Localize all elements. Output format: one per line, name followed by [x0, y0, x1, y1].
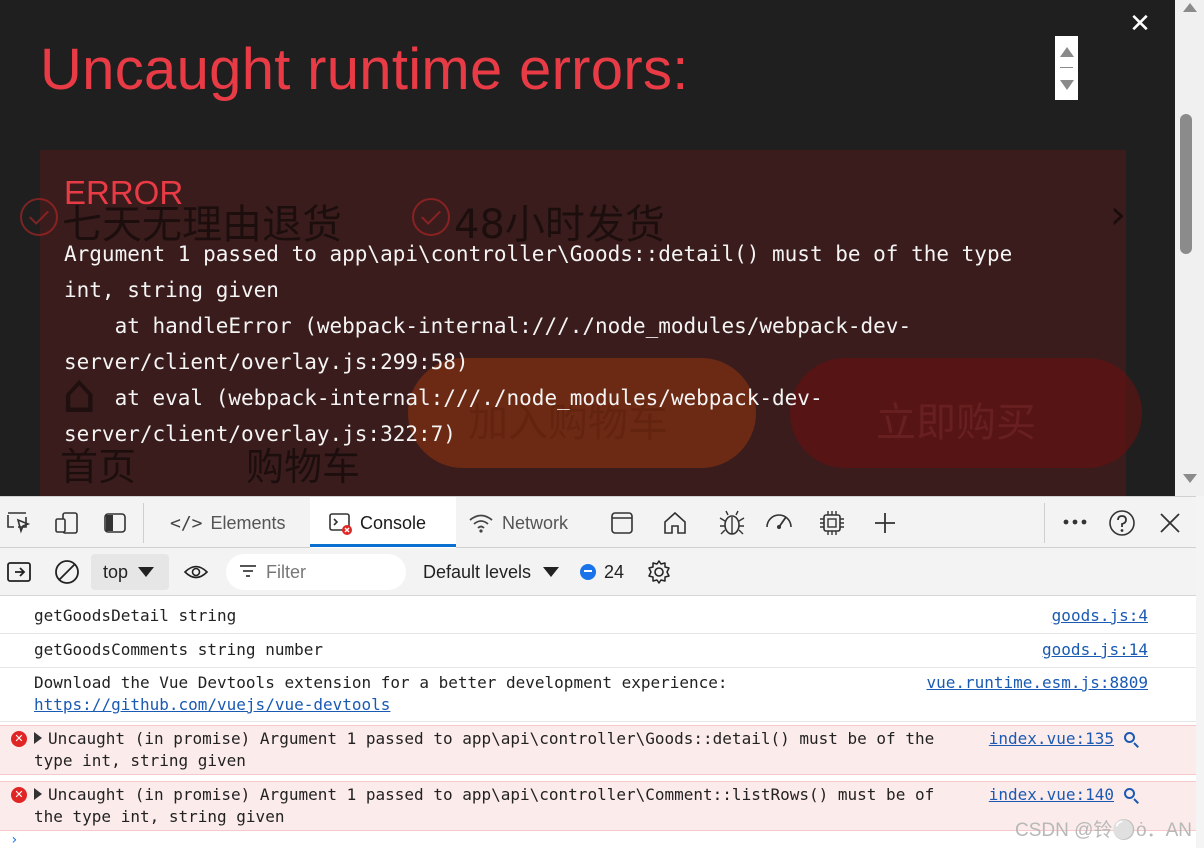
message-bubble-icon: [580, 564, 596, 580]
error-x-icon: ✕: [11, 787, 27, 803]
csdn-watermark: CSDN @铃⚪ȯ．AN: [1014, 820, 1192, 841]
filter-icon: [240, 564, 256, 578]
chevron-right-icon: ›: [1110, 192, 1126, 238]
source-link[interactable]: goods.js:14: [1042, 639, 1148, 661]
error-message-line: Uncaught (in promise) Argument 1 passed …: [34, 784, 934, 828]
scroll-up-icon[interactable]: [1183, 3, 1197, 12]
screen: Uncaught runtime errors: ✕ 七天无理由退货 48小时发…: [0, 0, 1204, 848]
vue-devtools-link[interactable]: https://github.com/vuejs/vue-devtools: [34, 694, 390, 716]
application-icon[interactable]: [610, 511, 634, 535]
expand-arrow-icon[interactable]: [34, 732, 42, 744]
close-overlay-button[interactable]: ✕: [1124, 6, 1156, 42]
source-link[interactable]: goods.js:4: [1052, 605, 1148, 627]
devtools-panel: </> Elements Console Network top Filter …: [0, 496, 1204, 848]
tab-network[interactable]: Network: [468, 497, 588, 549]
toggle-sidebar-icon[interactable]: [102, 511, 128, 535]
console-log-row: getGoodsComments string number goods.js:…: [0, 639, 1196, 668]
console-prompt-icon[interactable]: ›: [10, 832, 18, 848]
page-scrollbar[interactable]: [1175, 0, 1204, 496]
more-options-icon[interactable]: [1062, 515, 1088, 529]
console-toolbar: top Filter Default levels 24: [0, 548, 1196, 596]
error-overlay: Uncaught runtime errors: ✕ 七天无理由退货 48小时发…: [0, 0, 1175, 496]
error-message-line: Uncaught (in promise) Argument 1 passed …: [34, 728, 934, 772]
source-link[interactable]: index.vue:140: [989, 784, 1114, 806]
live-expression-eye-icon[interactable]: [183, 561, 209, 583]
log-message: getGoodsComments string number: [34, 640, 323, 659]
search-icon[interactable]: [1124, 732, 1139, 748]
overlay-error-navigator[interactable]: [1055, 36, 1078, 100]
active-tab-indicator: [310, 544, 456, 547]
console-icon: [329, 513, 352, 535]
filter-input[interactable]: Filter: [226, 554, 406, 590]
memory-chip-icon[interactable]: [818, 509, 846, 537]
devtools-tab-bar: </> Elements Console Network: [0, 496, 1196, 549]
tab-label: Network: [502, 512, 569, 533]
inspect-element-icon[interactable]: [6, 511, 32, 535]
close-devtools-icon[interactable]: [1158, 511, 1182, 535]
bug-icon[interactable]: [718, 509, 746, 537]
tab-separator: [1044, 503, 1045, 543]
chevron-down-icon: [138, 567, 155, 577]
code-icon: </>: [170, 512, 203, 534]
clear-console-icon[interactable]: [54, 559, 80, 585]
console-log-row: getGoodsDetail string goods.js:4: [0, 605, 1196, 634]
add-tab-icon[interactable]: [873, 511, 897, 535]
log-message: getGoodsDetail string: [34, 606, 237, 625]
search-icon[interactable]: [1124, 788, 1139, 804]
message-count: 24: [604, 561, 625, 582]
page-viewport: Uncaught runtime errors: ✕ 七天无理由退货 48小时发…: [0, 0, 1204, 496]
devtools-scrollbar[interactable]: [1196, 496, 1204, 848]
help-icon[interactable]: [1108, 509, 1136, 537]
error-heading: ERROR: [64, 174, 184, 211]
levels-label: Default levels: [423, 561, 532, 582]
navigator-divider: [1060, 67, 1073, 68]
console-error-row[interactable]: ✕ Uncaught (in promise) Argument 1 passe…: [0, 725, 1196, 775]
expand-arrow-icon[interactable]: [34, 788, 42, 800]
chevron-down-icon: [543, 567, 560, 577]
error-text: Uncaught (in promise) Argument 1 passed …: [34, 729, 935, 770]
home-icon[interactable]: [662, 510, 688, 536]
console-settings-gear-icon[interactable]: [646, 559, 672, 585]
source-link[interactable]: vue.runtime.esm.js:8809: [926, 672, 1148, 694]
console-log-row: Download the Vue Devtools extension for …: [0, 672, 1196, 722]
show-console-sidebar-icon[interactable]: [6, 560, 32, 584]
context-value: top: [103, 561, 129, 582]
context-selector[interactable]: top: [91, 554, 169, 590]
error-message: Argument 1 passed to app\api\controller\…: [64, 242, 1013, 446]
log-levels-dropdown[interactable]: Default levels: [423, 554, 560, 590]
scrollbar-thumb[interactable]: [1180, 114, 1192, 254]
next-error-icon[interactable]: [1060, 80, 1074, 90]
tab-label: Elements: [210, 512, 286, 533]
scroll-down-icon[interactable]: [1183, 474, 1197, 483]
tab-console[interactable]: Console: [310, 497, 456, 549]
log-message: Download the Vue Devtools extension for …: [34, 673, 728, 692]
filter-placeholder: Filter: [266, 561, 306, 582]
tab-elements[interactable]: </> Elements: [170, 497, 296, 549]
overlay-title: Uncaught runtime errors:: [40, 37, 689, 102]
tab-label: Console: [360, 512, 427, 533]
device-emulation-icon[interactable]: [54, 511, 80, 535]
message-count-badge[interactable]: 24: [580, 554, 624, 590]
source-link[interactable]: index.vue:135: [989, 728, 1114, 750]
wifi-icon: [469, 514, 493, 533]
previous-error-icon[interactable]: [1060, 47, 1074, 57]
performance-icon[interactable]: [764, 509, 794, 535]
tab-separator: [143, 503, 144, 543]
console-messages: getGoodsDetail string goods.js:4 getGood…: [0, 597, 1196, 848]
error-text: Uncaught (in promise) Argument 1 passed …: [34, 785, 935, 826]
error-x-icon: ✕: [11, 731, 27, 747]
